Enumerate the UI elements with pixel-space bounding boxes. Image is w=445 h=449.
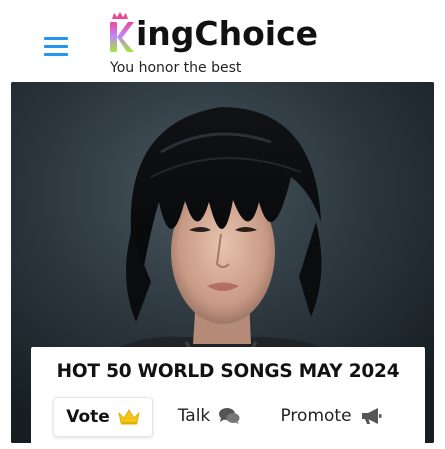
talk-button[interactable]: Talk: [171, 397, 247, 435]
talk-label: Talk: [177, 406, 211, 426]
logo-k-mark: [110, 12, 134, 52]
brand-name: ingChoice: [136, 14, 319, 53]
ranking-card[interactable]: HOT 50 WORLD SONGS MAY 2024 Vote Talk Pr…: [11, 82, 434, 443]
vote-label: Vote: [66, 407, 110, 427]
chat-bubbles-icon: [219, 408, 240, 424]
promote-label: Promote: [280, 406, 352, 426]
menu-button[interactable]: [44, 37, 68, 57]
vote-button[interactable]: Vote: [53, 397, 153, 437]
megaphone-icon: [361, 408, 382, 424]
site-header: ingChoice You honor the best: [0, 0, 445, 82]
promote-button[interactable]: Promote: [275, 397, 387, 435]
chart-caption-panel: HOT 50 WORLD SONGS MAY 2024 Vote Talk Pr…: [31, 347, 425, 443]
crown-icon: [118, 409, 140, 425]
chart-title: HOT 50 WORLD SONGS MAY 2024: [56, 361, 400, 382]
tagline: You honor the best: [110, 60, 242, 76]
